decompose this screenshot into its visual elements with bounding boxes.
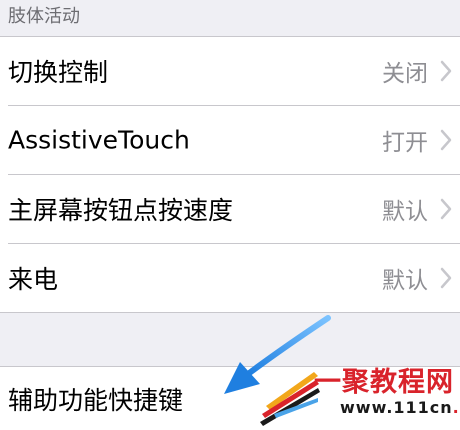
settings-screen: 肢体活动 切换控制 关闭 AssistiveTouch 打开 主屏幕按钮点按速度… — [0, 0, 460, 430]
chevron-right-icon — [440, 60, 452, 82]
section-header: 肢体活动 — [0, 0, 460, 36]
row-label: AssistiveTouch — [8, 125, 190, 155]
row-call-audio-routing[interactable]: 来电 默认 — [0, 244, 460, 312]
chevron-right-icon — [440, 198, 452, 220]
section-header-label: 肢体活动 — [8, 6, 80, 27]
row-label: 主屏幕按钮点按速度 — [8, 196, 234, 225]
row-switch-control[interactable]: 切换控制 关闭 — [0, 37, 460, 105]
chevron-right-icon — [440, 267, 452, 289]
row-home-click-speed[interactable]: 主屏幕按钮点按速度 默认 — [0, 175, 460, 243]
watermark-url: www.111cn.net — [340, 398, 460, 417]
row-label: 来电 — [8, 265, 59, 294]
settings-group-physical: 切换控制 关闭 AssistiveTouch 打开 主屏幕按钮点按速度 默认 来… — [0, 36, 460, 313]
row-label: 辅助功能快捷键 — [8, 386, 184, 415]
row-value: 关闭 — [382, 61, 428, 87]
watermark-brand: 一聚教程网 — [314, 367, 454, 398]
row-value: 打开 — [382, 130, 428, 156]
row-value: 默认 — [382, 268, 428, 294]
row-value: 默认 — [382, 199, 428, 225]
site-watermark: 一聚教程网 www.111cn.net — [252, 360, 460, 430]
watermark-stripes-icon — [260, 372, 320, 426]
row-assistivetouch[interactable]: AssistiveTouch 打开 — [0, 106, 460, 174]
chevron-right-icon — [440, 129, 452, 151]
row-label: 切换控制 — [8, 58, 109, 87]
